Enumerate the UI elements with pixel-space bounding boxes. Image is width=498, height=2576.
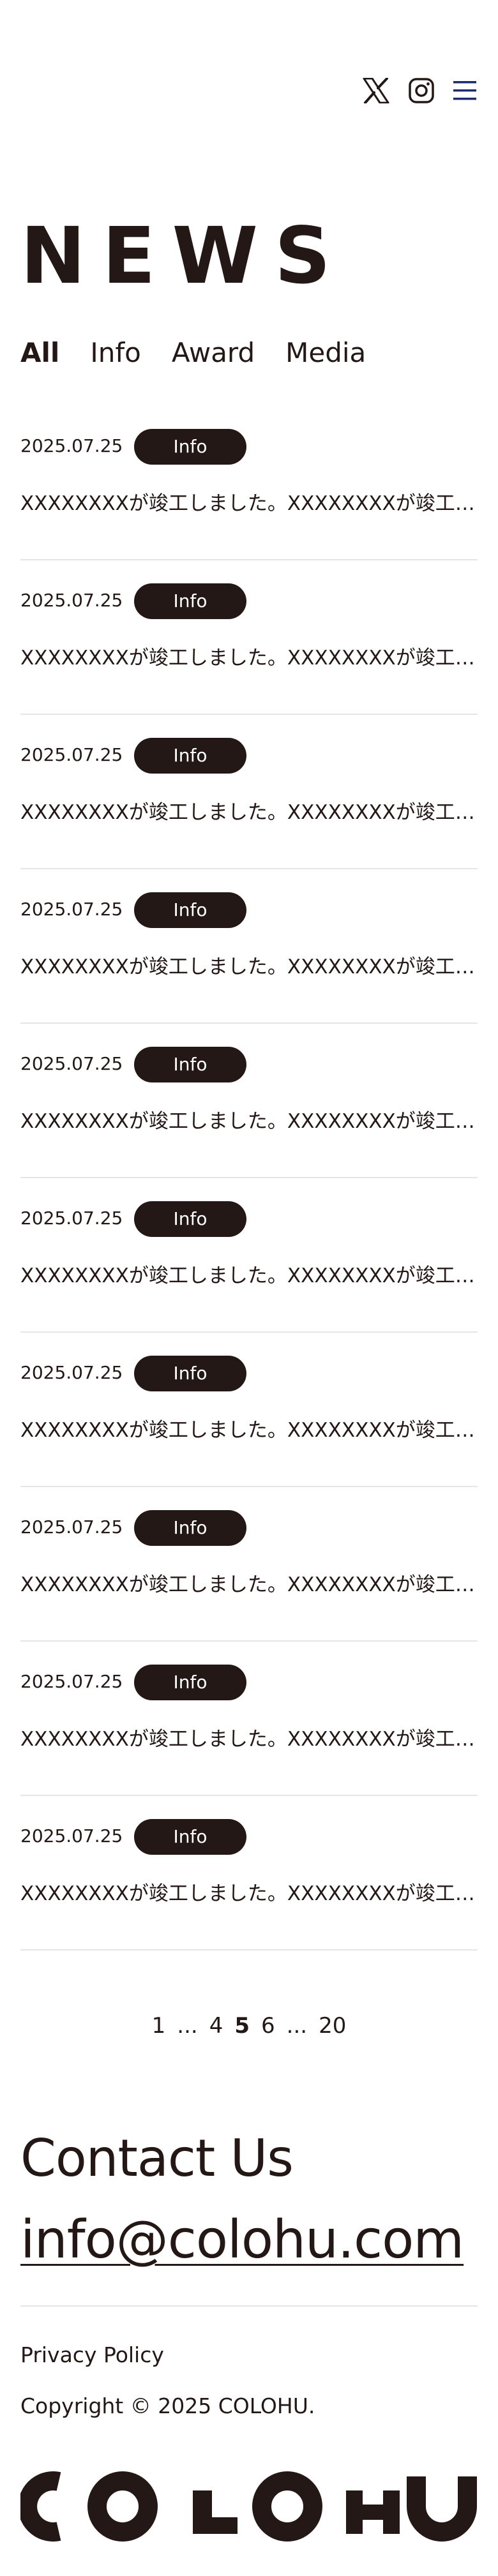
news-item[interactable]: 2025.07.25 Info XXXXXXXXが竣工しました。XXXXXXXX… bbox=[20, 1642, 478, 1796]
news-title: XXXXXXXXが竣工しました。XXXXXXXXが竣工しました。 bbox=[20, 1573, 478, 1596]
news-title: XXXXXXXXが竣工しました。XXXXXXXXが竣工しました。 bbox=[20, 955, 478, 978]
news-item[interactable]: 2025.07.25 Info XXXXXXXXが竣工しました。XXXXXXXX… bbox=[20, 1796, 478, 1951]
category-badge: Info bbox=[134, 429, 246, 465]
news-category-tabs: All Info Award Media bbox=[20, 337, 366, 368]
pagination-ellipsis: ... bbox=[286, 2013, 308, 2039]
colohu-logo[interactable] bbox=[18, 2471, 478, 2542]
tab-award[interactable]: Award bbox=[172, 337, 255, 368]
category-badge: Info bbox=[134, 1510, 246, 1546]
category-badge: Info bbox=[134, 892, 246, 928]
news-title: XXXXXXXXが竣工しました。XXXXXXXXが竣工しました。 bbox=[20, 492, 478, 515]
contact-heading: Contact Us bbox=[20, 2129, 294, 2188]
news-item[interactable]: 2025.07.25 Info XXXXXXXXが竣工しました。XXXXXXXX… bbox=[20, 406, 478, 560]
tab-info[interactable]: Info bbox=[90, 337, 141, 368]
news-date: 2025.07.25 bbox=[20, 744, 123, 765]
pagination-page-6[interactable]: 6 bbox=[261, 2012, 275, 2040]
news-title: XXXXXXXXが竣工しました。XXXXXXXXが竣工しました。 bbox=[20, 1110, 478, 1133]
pagination-page-1[interactable]: 1 bbox=[152, 2012, 166, 2040]
hamburger-menu-icon[interactable] bbox=[453, 80, 476, 101]
news-date: 2025.07.25 bbox=[20, 1825, 123, 1846]
tab-all[interactable]: All bbox=[20, 337, 59, 368]
category-badge: Info bbox=[134, 583, 246, 619]
footer-divider bbox=[20, 2305, 478, 2307]
news-date: 2025.07.25 bbox=[20, 435, 123, 456]
news-title: XXXXXXXXが竣工しました。XXXXXXXXが竣工しました。 bbox=[20, 647, 478, 670]
news-date: 2025.07.25 bbox=[20, 899, 123, 920]
news-item[interactable]: 2025.07.25 Info XXXXXXXXが竣工しました。XXXXXXXX… bbox=[20, 1487, 478, 1642]
news-title: XXXXXXXXが竣工しました。XXXXXXXXが竣工しました。 bbox=[20, 1264, 478, 1287]
news-date: 2025.07.25 bbox=[20, 1362, 123, 1383]
news-date: 2025.07.25 bbox=[20, 1053, 123, 1074]
tab-media[interactable]: Media bbox=[285, 337, 366, 368]
x-logo-icon[interactable] bbox=[363, 78, 389, 103]
news-date: 2025.07.25 bbox=[20, 590, 123, 611]
category-badge: Info bbox=[134, 738, 246, 774]
news-date: 2025.07.25 bbox=[20, 1516, 123, 1538]
header-icons bbox=[363, 78, 476, 103]
copyright-text: Copyright © 2025 COLOHU. bbox=[20, 2393, 315, 2418]
news-date: 2025.07.25 bbox=[20, 1208, 123, 1229]
category-badge: Info bbox=[134, 1819, 246, 1855]
news-list: 2025.07.25 Info XXXXXXXXが竣工しました。XXXXXXXX… bbox=[20, 406, 478, 1951]
category-badge: Info bbox=[134, 1665, 246, 1700]
pagination-page-5-current[interactable]: 5 bbox=[234, 2012, 250, 2040]
category-badge: Info bbox=[134, 1201, 246, 1237]
pagination-page-4[interactable]: 4 bbox=[209, 2012, 223, 2040]
instagram-icon[interactable] bbox=[409, 78, 434, 103]
pagination-ellipsis: ... bbox=[177, 2013, 198, 2039]
page-title: NEWS bbox=[20, 211, 347, 301]
contact-email-link[interactable]: info@colohu.com bbox=[20, 2208, 464, 2272]
pagination: 1 ... 4 5 6 ... 20 bbox=[0, 2012, 498, 2040]
privacy-policy-link[interactable]: Privacy Policy bbox=[20, 2341, 164, 2369]
category-badge: Info bbox=[134, 1047, 246, 1082]
news-item[interactable]: 2025.07.25 Info XXXXXXXXが竣工しました。XXXXXXXX… bbox=[20, 1024, 478, 1178]
news-title: XXXXXXXXが竣工しました。XXXXXXXXが竣工しました。 bbox=[20, 1728, 478, 1751]
news-item[interactable]: 2025.07.25 Info XXXXXXXXが竣工しました。XXXXXXXX… bbox=[20, 1178, 478, 1333]
news-date: 2025.07.25 bbox=[20, 1671, 123, 1692]
category-badge: Info bbox=[134, 1356, 246, 1391]
pagination-page-20[interactable]: 20 bbox=[319, 2012, 346, 2040]
news-item[interactable]: 2025.07.25 Info XXXXXXXXが竣工しました。XXXXXXXX… bbox=[20, 1333, 478, 1487]
news-item[interactable]: 2025.07.25 Info XXXXXXXXが竣工しました。XXXXXXXX… bbox=[20, 560, 478, 715]
news-item[interactable]: 2025.07.25 Info XXXXXXXXが竣工しました。XXXXXXXX… bbox=[20, 869, 478, 1024]
news-item[interactable]: 2025.07.25 Info XXXXXXXXが竣工しました。XXXXXXXX… bbox=[20, 715, 478, 869]
news-title: XXXXXXXXが竣工しました。XXXXXXXXが竣工しました。 bbox=[20, 1419, 478, 1442]
news-title: XXXXXXXXが竣工しました。XXXXXXXXが竣工しました。 bbox=[20, 1882, 478, 1905]
news-title: XXXXXXXXが竣工しました。XXXXXXXXが竣工しました。 bbox=[20, 801, 478, 824]
